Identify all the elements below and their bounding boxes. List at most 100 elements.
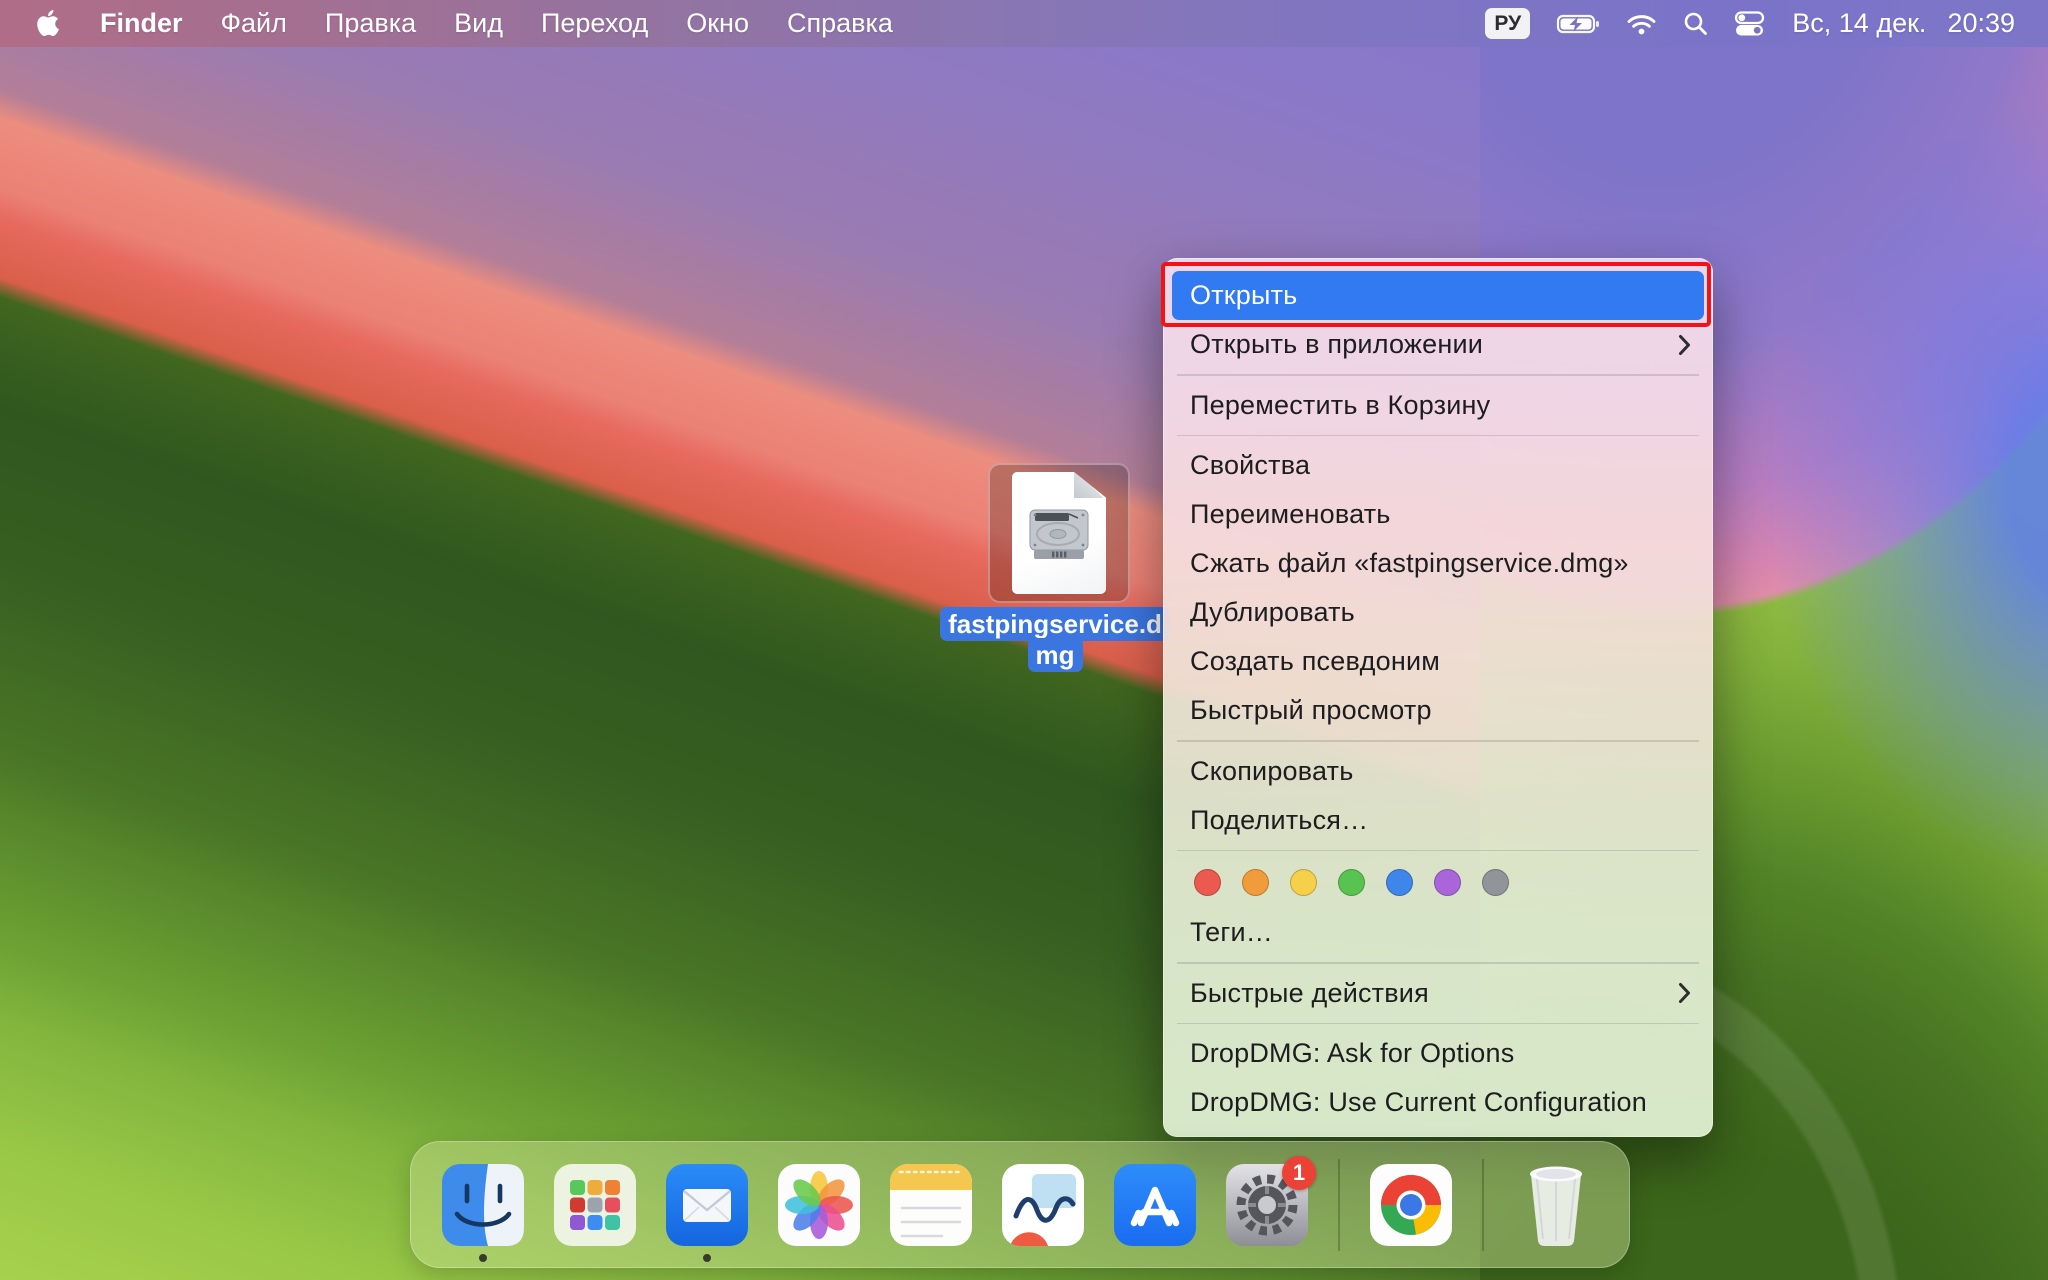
dock-launchpad[interactable]	[554, 1164, 636, 1246]
menu-item-compress[interactable]: Сжать файл «fastpingservice.dmg»	[1163, 539, 1713, 588]
dock-mail[interactable]	[666, 1164, 748, 1246]
dock: 1	[410, 1141, 1630, 1268]
menu-separator	[1177, 850, 1699, 852]
menubar-item-help[interactable]: Справка	[768, 8, 912, 39]
launchpad-icon	[554, 1164, 636, 1246]
dock-trash[interactable]	[1514, 1153, 1598, 1249]
menu-item-compress-label: Сжать файл «fastpingservice.dmg»	[1190, 548, 1629, 579]
apple-menu[interactable]	[23, 10, 81, 37]
tag-green[interactable]	[1338, 869, 1365, 896]
wifi-menu[interactable]	[1613, 12, 1670, 36]
tag-gray[interactable]	[1482, 869, 1509, 896]
menu-item-quick-look[interactable]: Быстрый просмотр	[1163, 686, 1713, 735]
menu-separator	[1177, 435, 1699, 437]
desktop-file-fastpingservice-dmg[interactable]	[988, 463, 1130, 603]
menu-item-open[interactable]: Открыть	[1172, 271, 1704, 320]
tag-orange[interactable]	[1242, 869, 1269, 896]
wifi-icon	[1626, 12, 1657, 36]
menu-item-move-to-trash[interactable]: Переместить в Корзину	[1163, 381, 1713, 430]
menu-item-dropdmg-ask-label: DropDMG: Ask for Options	[1190, 1038, 1514, 1069]
menubar-item-view[interactable]: Вид	[435, 8, 522, 39]
dock-freeform[interactable]	[1002, 1164, 1084, 1246]
menu-item-duplicate-label: Дублировать	[1190, 597, 1355, 628]
input-source-badge: РУ	[1485, 8, 1530, 39]
dock-app-store[interactable]	[1114, 1164, 1196, 1246]
finder-context-menu: Открыть Открыть в приложении Переместить…	[1163, 258, 1713, 1137]
menu-item-copy-label: Скопировать	[1190, 756, 1353, 787]
menu-item-open-with-label: Открыть в приложении	[1190, 329, 1483, 360]
file-label-line2: mg	[1028, 638, 1083, 672]
menu-separator	[1177, 1023, 1699, 1025]
menu-item-get-info-label: Свойства	[1190, 450, 1310, 481]
menu-item-get-info[interactable]: Свойства	[1163, 441, 1713, 490]
menubar-item-go[interactable]: Переход	[522, 8, 667, 39]
menubar-item-finder[interactable]: Finder	[81, 8, 202, 39]
dock-chrome[interactable]	[1370, 1164, 1452, 1246]
tag-yellow[interactable]	[1290, 869, 1317, 896]
clock-date: Вс, 14 дек.	[1792, 8, 1926, 39]
trash-icon	[1514, 1153, 1598, 1249]
page-fold-corner	[1074, 472, 1106, 498]
menu-bar-status-area: РУ	[1472, 8, 2025, 39]
tag-color-row	[1163, 856, 1713, 908]
dock-separator	[1482, 1159, 1484, 1251]
menu-item-share[interactable]: Поделиться…	[1163, 796, 1713, 845]
menu-item-share-label: Поделиться…	[1190, 805, 1368, 836]
running-indicator-dot	[479, 1254, 487, 1262]
search-icon	[1683, 11, 1708, 36]
menu-item-tags[interactable]: Теги…	[1163, 908, 1713, 957]
dock-separator	[1338, 1159, 1340, 1251]
dock-system-settings[interactable]: 1	[1226, 1164, 1308, 1246]
menu-item-make-alias[interactable]: Создать псевдоним	[1163, 637, 1713, 686]
menu-item-open-label: Открыть	[1190, 280, 1297, 311]
control-center-menu[interactable]	[1721, 8, 1778, 39]
menu-item-quick-actions[interactable]: Быстрые действия	[1163, 969, 1713, 1018]
tag-purple[interactable]	[1434, 869, 1461, 896]
menu-item-duplicate[interactable]: Дублировать	[1163, 588, 1713, 637]
menu-item-tags-label: Теги…	[1190, 917, 1273, 948]
dock-photos[interactable]	[778, 1164, 860, 1246]
menu-item-move-to-trash-label: Переместить в Корзину	[1190, 390, 1490, 421]
menu-item-dropdmg-use[interactable]: DropDMG: Use Current Configuration	[1163, 1078, 1713, 1127]
freeform-icon	[1002, 1164, 1084, 1246]
tag-blue[interactable]	[1386, 869, 1413, 896]
menu-item-rename[interactable]: Переименовать	[1163, 490, 1713, 539]
battery-menu[interactable]	[1543, 13, 1613, 35]
spotlight-menu[interactable]	[1670, 11, 1721, 36]
menu-item-dropdmg-ask[interactable]: DropDMG: Ask for Options	[1163, 1029, 1713, 1078]
battery-icon	[1556, 13, 1600, 35]
apple-logo-icon	[37, 10, 59, 37]
menu-item-copy[interactable]: Скопировать	[1163, 747, 1713, 796]
menubar-item-window[interactable]: Окно	[667, 8, 768, 39]
menu-separator	[1177, 962, 1699, 964]
desktop-file-label[interactable]: fastpingservice.d mg	[947, 607, 1163, 672]
dmg-file-icon	[1012, 472, 1106, 594]
submenu-chevron-icon	[1678, 334, 1691, 356]
notes-icon	[890, 1164, 972, 1246]
menu-separator	[1177, 740, 1699, 742]
input-source-switcher[interactable]: РУ	[1472, 8, 1543, 39]
menu-bar-left: Finder Файл Правка Вид Переход Окно Спра…	[23, 8, 912, 39]
menu-item-dropdmg-use-label: DropDMG: Use Current Configuration	[1190, 1087, 1647, 1118]
submenu-chevron-icon	[1678, 982, 1691, 1004]
tag-red[interactable]	[1194, 869, 1221, 896]
photos-icon	[778, 1164, 860, 1246]
menubar-item-file[interactable]: Файл	[202, 8, 306, 39]
notification-badge: 1	[1282, 1156, 1316, 1190]
menubar-item-edit[interactable]: Правка	[306, 8, 435, 39]
dock-finder[interactable]	[442, 1164, 524, 1246]
mail-icon	[666, 1164, 748, 1246]
menu-item-quick-look-label: Быстрый просмотр	[1190, 695, 1432, 726]
menu-item-open-with[interactable]: Открыть в приложении	[1163, 320, 1713, 369]
dock-notes[interactable]	[890, 1164, 972, 1246]
file-label-line1: fastpingservice.d	[940, 607, 1170, 641]
app-store-icon	[1114, 1164, 1196, 1246]
menu-bar: Finder Файл Правка Вид Переход Окно Спра…	[0, 0, 2048, 47]
menu-item-make-alias-label: Создать псевдоним	[1190, 646, 1440, 677]
running-indicator-dot	[703, 1254, 711, 1262]
hard-drive-icon	[1028, 504, 1090, 562]
control-center-icon	[1734, 8, 1765, 39]
finder-icon	[442, 1164, 524, 1246]
clock-time: 20:39	[1947, 8, 2015, 39]
menubar-clock[interactable]: Вс, 14 дек. 20:39	[1778, 8, 2025, 39]
